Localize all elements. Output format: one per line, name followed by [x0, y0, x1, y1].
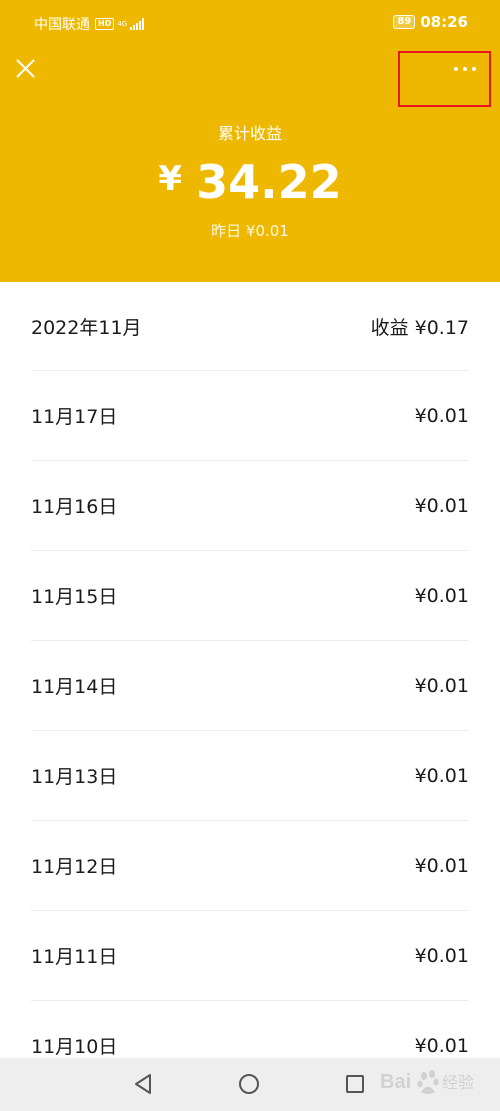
- month-earnings: 收益 ¥0.17: [370, 316, 469, 339]
- back-triangle-icon: [135, 1074, 151, 1094]
- more-dots-icon: [454, 67, 476, 71]
- clock: 08:26: [420, 13, 468, 31]
- total-amount-value: 34.22: [196, 155, 342, 209]
- list-item[interactable]: 11月15日 ¥0.01: [31, 551, 469, 641]
- hd-badge: HD: [95, 18, 115, 30]
- carrier-info: 中国联通 HD 4G: [34, 14, 145, 34]
- month-summary-row[interactable]: 2022年11月 收益 ¥0.17: [31, 282, 469, 371]
- total-earnings-amount: ¥34.22: [0, 150, 500, 211]
- day-date: 11月17日: [31, 406, 118, 428]
- day-date: 11月11日: [31, 946, 118, 968]
- day-date: 11月13日: [31, 766, 118, 788]
- day-date: 11月16日: [31, 496, 118, 518]
- earnings-header: 中国联通 HD 4G 89 08:26 累计收益 ¥34.22 昨日 ¥0.01: [0, 0, 500, 282]
- status-right: 89 08:26: [393, 13, 468, 31]
- day-date: 11月12日: [31, 856, 118, 878]
- list-item[interactable]: 11月12日 ¥0.01: [31, 821, 469, 911]
- day-date: 11月15日: [31, 586, 118, 608]
- close-button[interactable]: [12, 55, 40, 83]
- list-item[interactable]: 11月14日 ¥0.01: [31, 641, 469, 731]
- home-circle-icon[interactable]: [239, 1074, 259, 1094]
- day-amount: ¥0.01: [414, 1034, 469, 1057]
- currency-symbol: ¥: [158, 159, 183, 199]
- baidu-watermark: Bai 经验: [380, 1062, 490, 1102]
- nav-back-button[interactable]: [133, 1073, 153, 1095]
- total-earnings-label: 累计收益: [217, 124, 282, 143]
- earnings-list: 2022年11月 收益 ¥0.17 11月17日 ¥0.01 11月16日 ¥0…: [0, 282, 500, 1090]
- day-date: 11月14日: [31, 676, 118, 698]
- svg-text:经验: 经验: [442, 1073, 474, 1092]
- list-item[interactable]: 11月13日 ¥0.01: [31, 731, 469, 821]
- close-icon: [16, 59, 35, 78]
- svg-text:Bai: Bai: [380, 1071, 411, 1093]
- more-options-button[interactable]: [398, 51, 491, 107]
- network-type: 4G: [117, 19, 128, 28]
- battery-icon: 89: [393, 15, 416, 29]
- day-amount: ¥0.01: [414, 674, 469, 697]
- day-amount: ¥0.01: [414, 944, 469, 967]
- baidu-watermark-logo: Bai 经验: [380, 1070, 474, 1094]
- day-amount: ¥0.01: [414, 494, 469, 517]
- yesterday-earnings: 昨日 ¥0.01: [211, 222, 289, 240]
- month-label: 2022年11月: [31, 316, 142, 339]
- day-date: 11月10日: [31, 1036, 118, 1058]
- day-amount: ¥0.01: [414, 584, 469, 607]
- status-bar: 中国联通 HD 4G 89 08:26: [0, 0, 500, 46]
- carrier-name: 中国联通: [34, 17, 90, 33]
- day-amount: ¥0.01: [414, 854, 469, 877]
- day-amount: ¥0.01: [414, 764, 469, 787]
- recent-apps-square-icon[interactable]: [346, 1075, 364, 1093]
- list-item[interactable]: 11月16日 ¥0.01: [31, 461, 469, 551]
- signal-icon: [130, 18, 145, 30]
- list-item[interactable]: 11月11日 ¥0.01: [31, 911, 469, 1001]
- day-amount: ¥0.01: [414, 404, 469, 427]
- list-item[interactable]: 11月17日 ¥0.01: [31, 371, 469, 461]
